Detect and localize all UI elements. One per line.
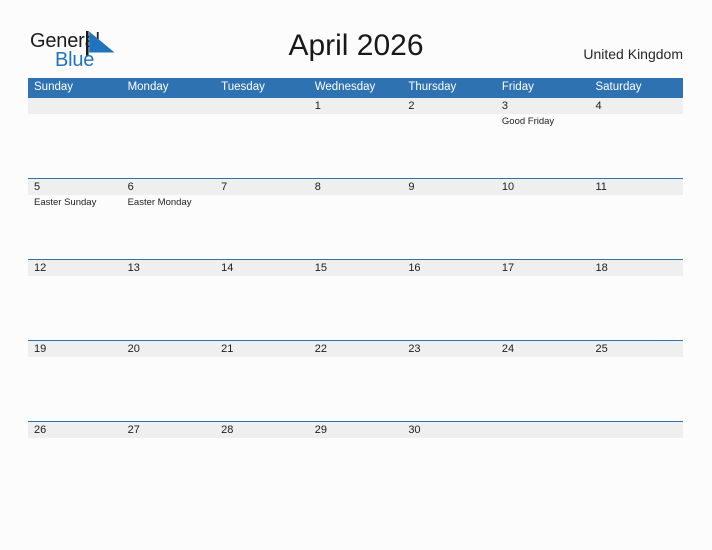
day-number: 2 (408, 100, 415, 112)
calendar-cell-day-7[interactable]: 7 (215, 179, 309, 259)
calendar-cell-day-2[interactable]: 2 (402, 98, 496, 178)
day-number: 21 (221, 343, 234, 355)
calendar-cell-day-27[interactable]: 27 (122, 422, 216, 502)
calendar-week-row: 26 27 28 29 30 (28, 421, 683, 502)
calendar-cell-day-19[interactable]: 19 (28, 341, 122, 421)
day-number: 18 (595, 262, 608, 274)
calendar-cell-day-11[interactable]: 11 (589, 179, 683, 259)
calendar-cell-day-20[interactable]: 20 (122, 341, 216, 421)
calendar-cell-day-12[interactable]: 12 (28, 260, 122, 340)
calendar-page: General Blue April 2026 United Kingdom S… (0, 0, 712, 550)
day-number: 5 (34, 181, 41, 193)
calendar-cell-day-4[interactable]: 4 (589, 98, 683, 178)
day-number: 25 (595, 343, 608, 355)
day-number: 12 (34, 262, 47, 274)
calendar-cell-day-24[interactable]: 24 (496, 341, 590, 421)
calendar-weeks: 1 2 3 Good Friday 4 5 Easter Sunday 6 Easter Mon… (28, 97, 683, 502)
calendar-cell-day-14[interactable]: 14 (215, 260, 309, 340)
calendar-cell-empty (122, 98, 216, 178)
day-number: 8 (314, 181, 321, 193)
calendar-cell-day-15[interactable]: 15 (309, 260, 403, 340)
day-number: 16 (408, 262, 421, 274)
calendar-week-row: 12 13 14 15 16 17 18 (28, 259, 683, 340)
calendar-cell-day-16[interactable]: 16 (402, 260, 496, 340)
day-number: 7 (221, 181, 228, 193)
day-number: 15 (314, 262, 327, 274)
calendar-cell-day-13[interactable]: 13 (122, 260, 216, 340)
day-number: 10 (501, 181, 515, 193)
calendar-cell-empty (215, 98, 309, 178)
calendar-cell-empty (589, 422, 683, 502)
calendar-cell-empty (28, 98, 122, 178)
weekday-header-wednesday: Wednesday (314, 81, 376, 93)
day-number: 24 (501, 343, 515, 355)
day-number: 28 (221, 424, 234, 436)
calendar-cell-day-6[interactable]: 6 Easter Monday (122, 179, 216, 259)
calendar-cell-day-21[interactable]: 21 (215, 341, 309, 421)
day-number: 3 (501, 100, 509, 112)
day-number: 4 (595, 100, 602, 112)
week-cells: 19 20 21 22 23 24 25 (28, 341, 683, 421)
calendar-cell-day-18[interactable]: 18 (589, 260, 683, 340)
day-number: 1 (314, 100, 321, 112)
day-number: 14 (221, 262, 234, 274)
calendar-grid: Sunday Monday Tuesday Wednesday Thursday Frid… (28, 78, 683, 502)
calendar-week-row: 1 2 3 Good Friday 4 (28, 97, 683, 178)
calendar-cell-day-17[interactable]: 17 (496, 260, 590, 340)
holiday-event-label: Easter Monday (127, 197, 192, 208)
page-header: General Blue April 2026 United Kingdom (0, 0, 712, 78)
event-list: Easter Monday (128, 197, 214, 209)
day-number: 23 (408, 343, 421, 355)
day-number: 29 (314, 424, 327, 436)
weekday-header-tuesday: Tuesday (221, 81, 265, 93)
day-number: 13 (127, 262, 140, 274)
day-number: 9 (408, 181, 415, 193)
calendar-cell-day-28[interactable]: 28 (215, 422, 309, 502)
calendar-cell-day-10[interactable]: 10 (496, 179, 590, 259)
weekday-header-friday: Friday (501, 81, 534, 93)
country-label: United Kingdom (583, 46, 683, 62)
calendar-cell-day-8[interactable]: 8 (309, 179, 403, 259)
event-list: Good Friday (502, 116, 588, 128)
weekday-header-row: Sunday Monday Tuesday Wednesday Thursday Frid… (28, 78, 683, 97)
week-cells: 5 Easter Sunday 6 Easter Monday 7 8 9 10 11 (28, 179, 683, 259)
day-number: 11 (595, 181, 607, 193)
day-number: 22 (314, 343, 327, 355)
calendar-cell-day-5[interactable]: 5 Easter Sunday (28, 179, 122, 259)
calendar-cell-day-23[interactable]: 23 (402, 341, 496, 421)
calendar-cell-day-9[interactable]: 9 (402, 179, 496, 259)
calendar-cell-empty (496, 422, 590, 502)
day-number: 6 (127, 181, 134, 193)
weekday-header-sunday: Sunday (34, 81, 74, 93)
calendar-cell-day-3[interactable]: 3 Good Friday (496, 98, 590, 178)
day-number: 20 (127, 343, 140, 355)
event-list: Easter Sunday (34, 197, 120, 209)
calendar-cell-day-22[interactable]: 22 (309, 341, 403, 421)
day-number: 17 (501, 262, 515, 274)
holiday-event-label: Good Friday (501, 116, 555, 127)
calendar-week-row: 5 Easter Sunday 6 Easter Monday 7 8 9 10 11 (28, 178, 683, 259)
calendar-cell-day-26[interactable]: 26 (28, 422, 122, 502)
calendar-cell-day-25[interactable]: 25 (589, 341, 683, 421)
weekday-header-thursday: Thursday (408, 81, 457, 93)
calendar-week-row: 19 20 21 22 23 24 25 (28, 340, 683, 421)
weekday-header-saturday: Saturday (595, 81, 642, 93)
day-number: 19 (34, 343, 47, 355)
week-cells: 26 27 28 29 30 (28, 422, 683, 502)
week-cells: 1 2 3 Good Friday 4 (28, 98, 683, 178)
day-number: 26 (34, 424, 47, 436)
calendar-cell-day-30[interactable]: 30 (402, 422, 496, 502)
holiday-event-label: Easter Sunday (34, 197, 97, 208)
calendar-cell-day-29[interactable]: 29 (309, 422, 403, 502)
week-cells: 12 13 14 15 16 17 18 (28, 260, 683, 340)
day-number: 30 (408, 424, 421, 436)
calendar-cell-day-1[interactable]: 1 (309, 98, 403, 178)
weekday-header-monday: Monday (127, 81, 169, 93)
day-number: 27 (127, 424, 140, 436)
